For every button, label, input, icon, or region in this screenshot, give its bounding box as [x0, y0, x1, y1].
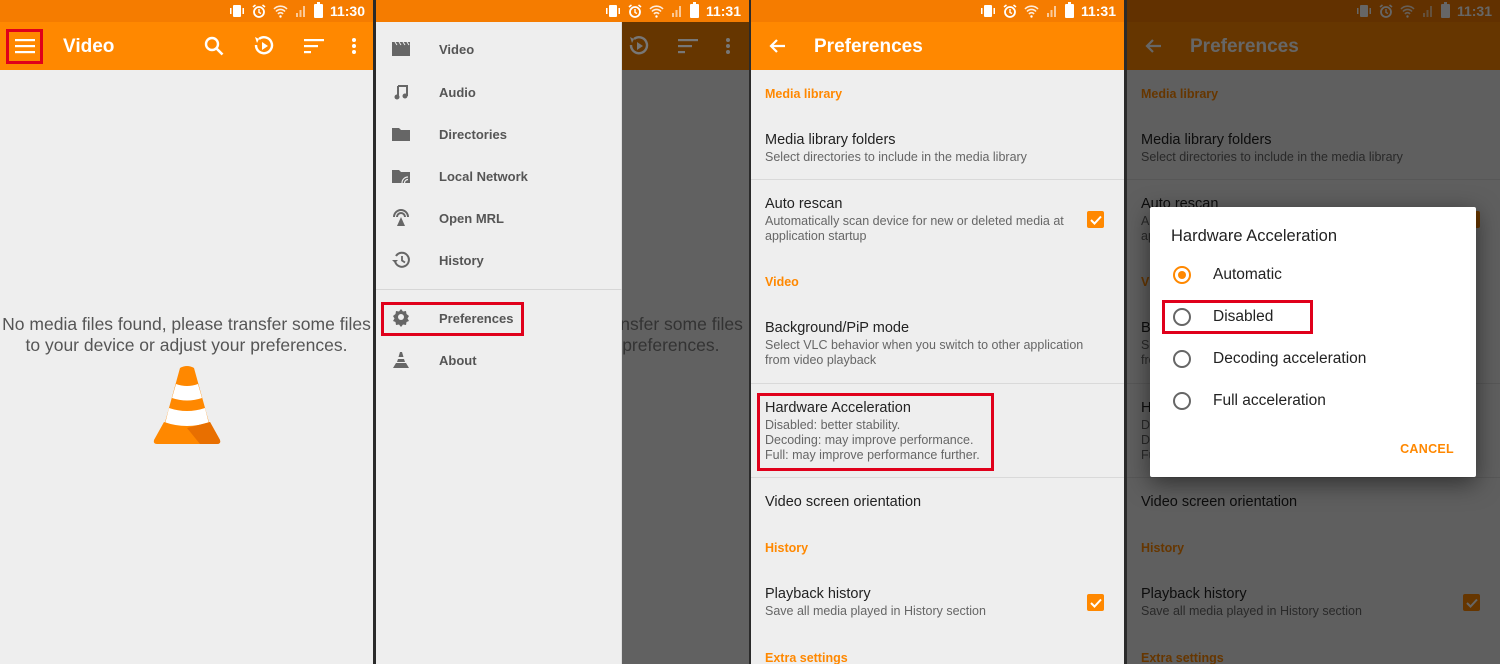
category-video: Video — [765, 275, 799, 289]
radio-unselected-icon[interactable] — [1173, 392, 1191, 410]
status-bar: 11:30 — [0, 0, 373, 22]
divider — [751, 477, 1124, 478]
preferences-list: Media library Media library folders Sele… — [751, 70, 1124, 664]
page-title: Preferences — [814, 36, 923, 57]
wifi-icon — [273, 5, 288, 18]
status-time: 11:30 — [329, 3, 365, 19]
pref-video-screen-orientation[interactable]: Video screen orientation — [765, 494, 1124, 510]
cancel-button[interactable]: CANCEL — [1400, 442, 1454, 456]
drawer-item-audio[interactable]: Audio — [376, 71, 622, 113]
highlight-box-preferences — [381, 302, 524, 336]
network-folder-icon — [390, 165, 412, 187]
radio-unselected-icon[interactable] — [1173, 350, 1191, 368]
signal-icon — [671, 6, 681, 17]
app-bar: Video — [0, 22, 373, 70]
wifi-icon — [649, 5, 664, 18]
vibrate-icon — [980, 5, 995, 17]
category-history: History — [765, 541, 809, 555]
empty-state-message: No media files found, please transfer so… — [2, 314, 371, 355]
overflow-menu-icon[interactable] — [342, 34, 366, 58]
vlc-cone-logo — [153, 366, 221, 444]
status-bar: 11:31 — [376, 0, 749, 22]
category-extra-settings: Extra settings — [765, 651, 848, 664]
status-time: 11:31 — [705, 3, 741, 19]
hw-accel-dialog: Hardware Acceleration Automatic Disabled… — [1150, 207, 1476, 477]
video-screen: 11:30 Video No media files found, please… — [0, 0, 373, 664]
battery-icon — [1064, 2, 1074, 18]
drawer-divider — [376, 289, 622, 290]
antenna-icon — [390, 207, 412, 229]
drawer-item-about[interactable]: About — [376, 339, 622, 381]
history-icon — [390, 249, 412, 271]
pref-playback-history[interactable]: Playback history Save all media played i… — [765, 586, 1124, 619]
alarm-icon — [628, 4, 642, 18]
drawer-item-video[interactable]: Video — [376, 28, 622, 70]
video-icon — [390, 38, 412, 60]
signal-icon — [1046, 6, 1056, 17]
drawer-item-directories[interactable]: Directories — [376, 113, 622, 155]
page-title: Video — [63, 36, 115, 57]
sort-icon — [678, 39, 698, 54]
radio-selected-icon[interactable] — [1173, 266, 1191, 284]
navigation-drawer-screen: 11:31 No media files found, please trans… — [376, 0, 749, 664]
folder-icon — [390, 123, 412, 145]
battery-icon — [313, 2, 323, 18]
signal-icon — [295, 6, 305, 17]
search-icon[interactable] — [202, 34, 226, 58]
pref-media-library-folders[interactable]: Media library folders Select directories… — [765, 132, 1124, 165]
status-bar: 11:31 — [751, 0, 1124, 22]
alarm-icon — [252, 4, 266, 18]
divider — [751, 179, 1124, 180]
category-media-library: Media library — [765, 87, 843, 101]
resume-playback-icon[interactable] — [252, 34, 276, 58]
pref-background-pip-mode[interactable]: Background/PiP mode Select VLC behavior … — [765, 320, 1099, 368]
sort-icon[interactable] — [302, 34, 326, 58]
wifi-icon — [1024, 5, 1039, 18]
playback-history-checkbox[interactable] — [1087, 594, 1104, 611]
drawer-item-history[interactable]: History — [376, 239, 622, 281]
overflow-menu-icon — [726, 38, 730, 54]
dialog-title: Hardware Acceleration — [1171, 227, 1337, 245]
vibrate-icon — [229, 5, 244, 17]
preferences-screen: 11:31 Preferences Media library Media li… — [751, 0, 1124, 664]
option-decoding-acceleration[interactable]: Decoding acceleration — [1150, 339, 1476, 379]
alarm-icon — [1003, 4, 1017, 18]
drawer-item-local-network[interactable]: Local Network — [376, 155, 622, 197]
option-automatic[interactable]: Automatic — [1150, 255, 1476, 295]
resume-playback-icon — [629, 36, 649, 55]
back-arrow-icon[interactable] — [765, 34, 789, 58]
app-bar: Preferences — [751, 22, 1124, 70]
highlight-box-menu — [6, 29, 43, 64]
option-full-acceleration[interactable]: Full acceleration — [1150, 381, 1476, 421]
divider — [751, 383, 1124, 384]
highlight-box-disabled — [1162, 300, 1313, 334]
hw-accel-dialog-screen: 11:31 Preferences Media library Media li… — [1127, 0, 1500, 664]
auto-rescan-checkbox[interactable] — [1087, 211, 1104, 228]
status-time: 11:31 — [1080, 3, 1116, 19]
navigation-drawer: Video Audio Directories Local Network Op… — [376, 22, 622, 664]
dimmed-app-bar — [622, 22, 749, 70]
pref-auto-rescan[interactable]: Auto rescan Automatically scan device fo… — [765, 196, 1064, 244]
music-note-icon — [390, 81, 412, 103]
battery-icon — [689, 2, 699, 18]
drawer-scrim[interactable]: No media files found, please transfer so… — [376, 22, 749, 664]
vibrate-icon — [605, 5, 620, 17]
highlight-box-hw-accel — [757, 393, 994, 471]
vlc-cone-icon — [390, 349, 412, 371]
drawer-item-open-mrl[interactable]: Open MRL — [376, 197, 622, 239]
